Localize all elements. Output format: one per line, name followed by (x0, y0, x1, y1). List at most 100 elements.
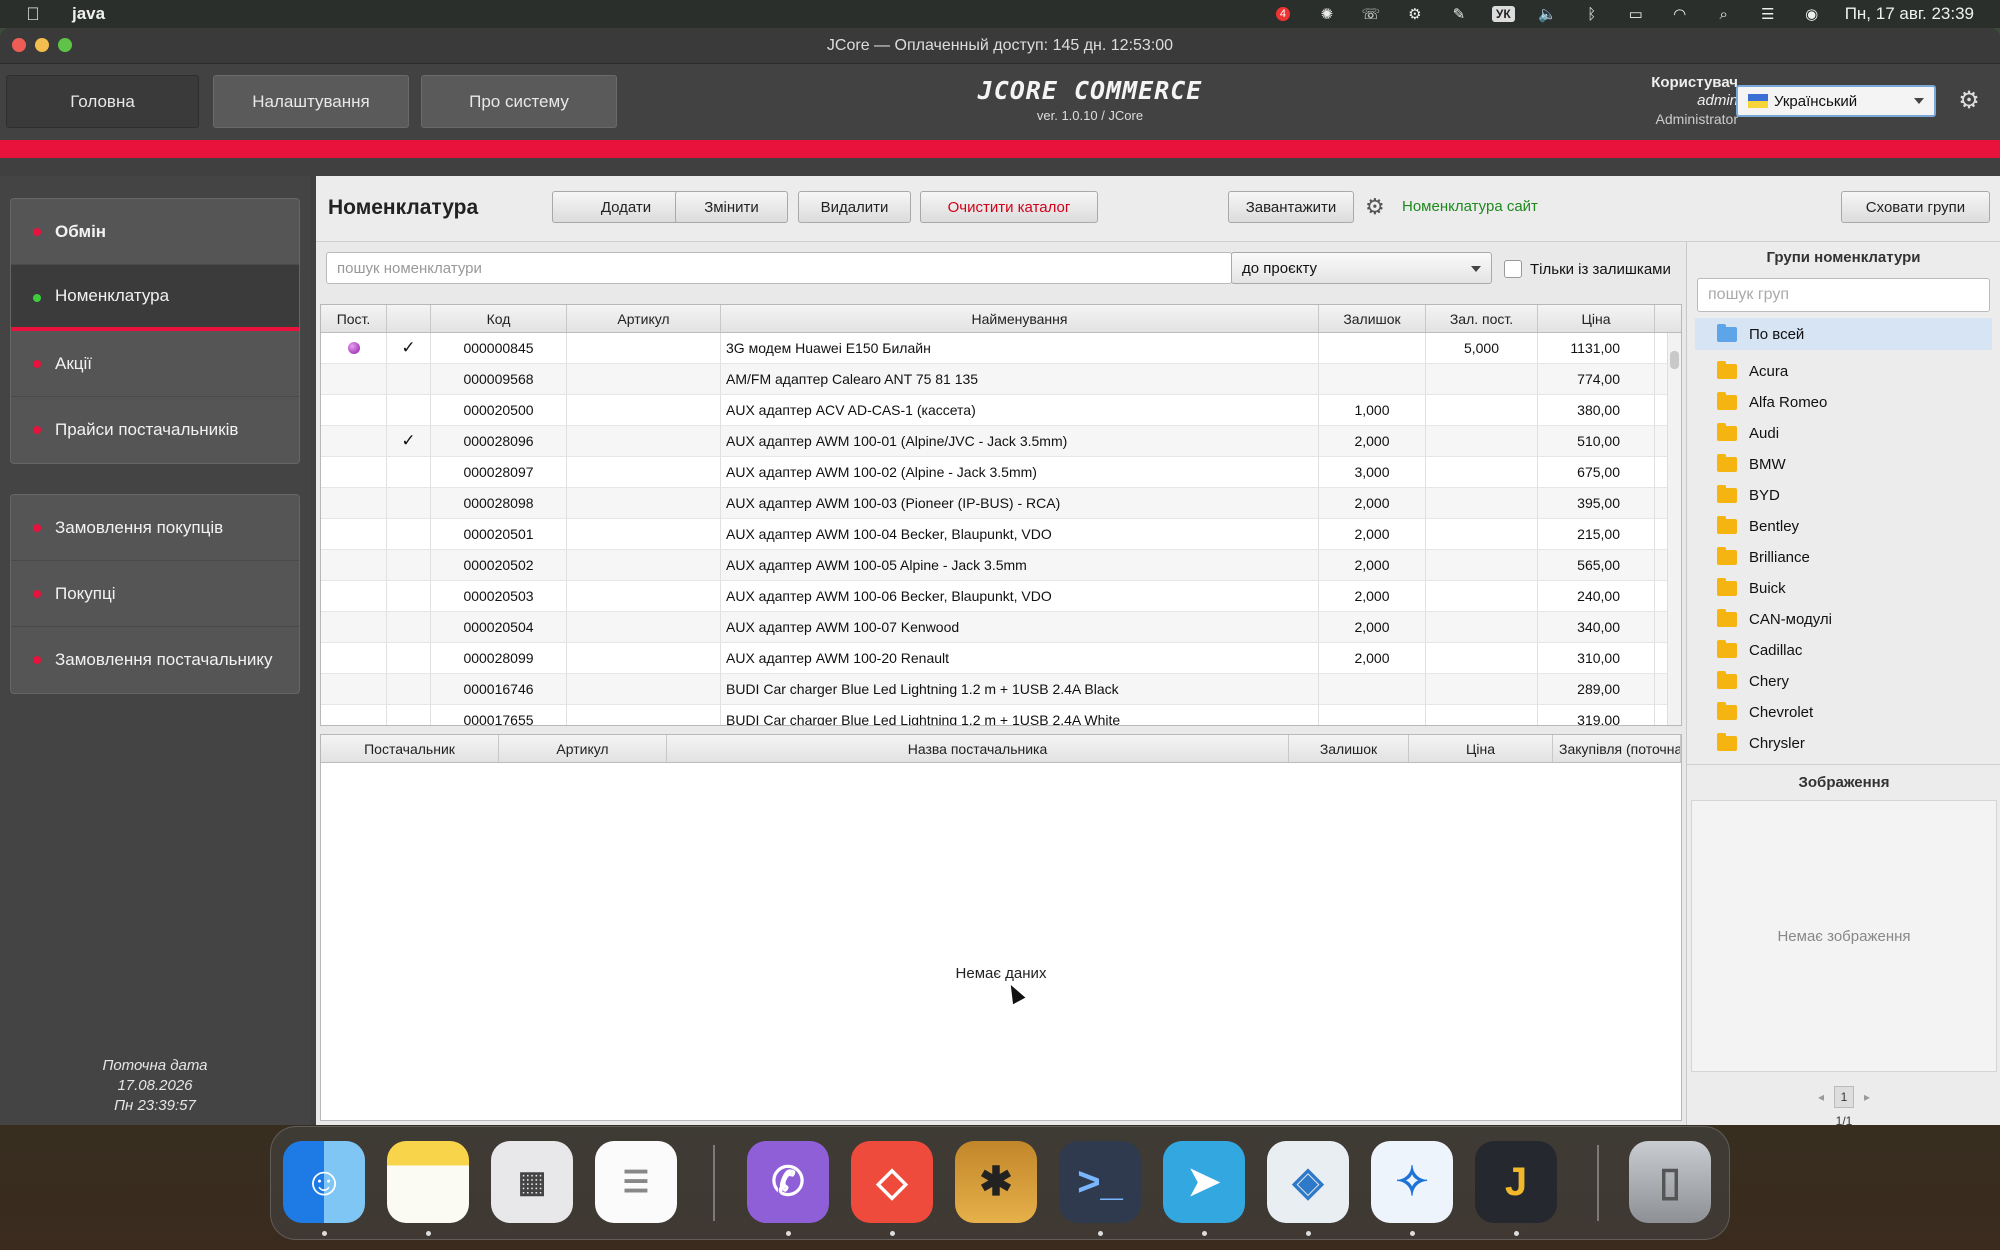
tree-item[interactable]: Brilliance (1687, 542, 2000, 573)
page-number-button[interactable]: 1 (1834, 1086, 1854, 1108)
next-page-icon[interactable]: ▸ (1858, 1086, 1876, 1108)
chatgpt-icon[interactable]: ✺ (1316, 5, 1338, 23)
column-header[interactable]: Постачальник (321, 735, 499, 762)
column-header[interactable]: Артикул (567, 305, 721, 332)
column-header[interactable]: Пост. (321, 305, 387, 332)
viber-icon[interactable]: ✆ (747, 1141, 829, 1223)
tree-item[interactable]: Chevrolet (1687, 697, 2000, 728)
finder-icon[interactable]: ☺ (283, 1141, 365, 1223)
table-row[interactable]: 000020502 AUX адаптер AWM 100-05 Alpine -… (321, 550, 1681, 581)
bluetooth-icon[interactable]: ᛒ (1581, 5, 1603, 23)
delete-button[interactable]: Видалити (798, 191, 911, 223)
tree-item[interactable]: Chrysler (1687, 728, 2000, 759)
table-row[interactable]: 000020500 AUX адаптер ACV AD-CAS-1 (кассе… (321, 395, 1681, 426)
volume-icon[interactable]: 🔈 (1537, 5, 1559, 23)
column-header[interactable]: Назва постачальника (667, 735, 1289, 762)
items-scrollbar[interactable] (1667, 333, 1681, 725)
viber-tray-icon[interactable]: ☏ (1360, 5, 1382, 23)
tree-item[interactable]: Alfa Romeo (1687, 387, 2000, 418)
column-header[interactable]: Закупівля (поточна) (1553, 735, 1681, 762)
apple-menu-icon[interactable]:  (24, 4, 42, 24)
tree-item-root[interactable]: По всей (1695, 318, 1992, 350)
sidebar-item-price-lists[interactable]: Прайси постачальників (11, 397, 299, 463)
table-row[interactable]: 000016746 BUDI Car charger Blue Led Light… (321, 674, 1681, 705)
groups-search-input[interactable]: пошук груп (1697, 278, 1990, 312)
hide-groups-button[interactable]: Сховати групи (1841, 191, 1990, 223)
tree-item[interactable]: Bentley (1687, 511, 2000, 542)
wifi-icon[interactable]: ◠ (1669, 5, 1691, 23)
tree-item[interactable]: CAN-модулі (1687, 604, 2000, 635)
netbeans-icon[interactable]: ◈ (1267, 1141, 1349, 1223)
clear-catalog-button[interactable]: Очистити каталог (920, 191, 1098, 223)
nav-about-button[interactable]: Про систему (421, 75, 617, 128)
scope-select[interactable]: до проєкту (1231, 252, 1492, 284)
table-row[interactable]: 000009568 AM/FM адаптер Calearo ANT 75 81… (321, 364, 1681, 395)
launchpad-icon[interactable]: ▦ (491, 1141, 573, 1223)
table-row[interactable]: 000017655 BUDI Car charger Blue Led Light… (321, 705, 1681, 725)
telegram-icon[interactable]: ➤ (1163, 1141, 1245, 1223)
search-input[interactable]: пошук номенклатури (326, 252, 1232, 284)
settings-tray-icon[interactable]: ⚙ (1404, 5, 1426, 23)
table-row[interactable]: ✓ 000028096 AUX адаптер AWM 100-01 (Alpine… (321, 426, 1681, 457)
column-header[interactable]: Зал. пост. (1426, 305, 1538, 332)
terminal-icon[interactable]: >_ (1059, 1141, 1141, 1223)
control-center-icon[interactable]: ☰ (1757, 5, 1779, 23)
site-nomenclature-link[interactable]: Номенклатура сайт (1402, 198, 1538, 215)
sidebar-item-customers[interactable]: Покупці (11, 561, 299, 627)
sidebar-item-promotions[interactable]: Акції (11, 331, 299, 397)
tree-item[interactable]: Buick (1687, 573, 2000, 604)
gear-icon[interactable]: ⚙ (1956, 88, 1982, 114)
safari-icon[interactable]: ✧ (1371, 1141, 1453, 1223)
load-button[interactable]: Завантажити (1228, 191, 1354, 223)
table-row[interactable]: 000020504 AUX адаптер AWM 100-07 Kenwood 2… (321, 612, 1681, 643)
tree-item[interactable]: Acura (1687, 356, 2000, 387)
column-header[interactable]: Ціна (1538, 305, 1655, 332)
window-minimize-button[interactable] (35, 38, 49, 52)
siri-icon[interactable]: ◉ (1801, 5, 1823, 23)
sidebar-item-nomenclature[interactable]: Номенклатура (11, 265, 299, 331)
script-tray-icon[interactable]: ✎ (1448, 5, 1470, 23)
input-source-badge[interactable]: УК (1491, 6, 1515, 22)
column-header[interactable]: Найменування (721, 305, 1319, 332)
column-header[interactable] (387, 305, 431, 332)
notes-icon[interactable] (387, 1141, 469, 1223)
sidebar-item-supplier-orders[interactable]: Замовлення постачальнику (11, 627, 299, 693)
column-header[interactable]: Залишок (1289, 735, 1409, 762)
table-row[interactable]: ✓ 000000845 3G модем Huawei E150 Билайн 5,0… (321, 333, 1681, 364)
tree-item[interactable]: BMW (1687, 449, 2000, 480)
app-menu-name[interactable]: java (72, 4, 105, 24)
jcore-icon[interactable]: J (1475, 1141, 1557, 1223)
notification-badge-icon[interactable]: 4 (1272, 5, 1294, 23)
nav-settings-button[interactable]: Налаштування (213, 75, 409, 128)
battery-icon[interactable]: ▭ (1625, 5, 1647, 23)
trash-icon[interactable]: ▯ (1629, 1141, 1711, 1223)
table-row[interactable]: 000020503 AUX адаптер AWM 100-06 Becker, … (321, 581, 1681, 612)
window-zoom-button[interactable] (58, 38, 72, 52)
tree-item[interactable]: Chery (1687, 666, 2000, 697)
sidebar-item-customer-orders[interactable]: Замовлення покупців (11, 495, 299, 561)
menubar-clock[interactable]: Пн, 17 авг. 23:39 (1845, 4, 1974, 24)
tree-item[interactable]: BYD (1687, 480, 2000, 511)
table-row[interactable]: 000020501 AUX адаптер AWM 100-04 Becker, … (321, 519, 1681, 550)
edit-button[interactable]: Змінити (675, 191, 788, 223)
prev-page-icon[interactable]: ◂ (1812, 1086, 1830, 1108)
tree-item[interactable]: Audi (1687, 418, 2000, 449)
gear-icon[interactable]: ⚙ (1365, 195, 1389, 219)
window-close-button[interactable] (12, 38, 26, 52)
sidebar-item-exchange[interactable]: Обмін (11, 199, 299, 265)
anydesk-icon[interactable]: ◇ (851, 1141, 933, 1223)
items-table[interactable]: Пост. Код Артикул Найменування Залишок Зал. п… (320, 304, 1682, 726)
column-header[interactable]: Ціна (1409, 735, 1553, 762)
table-row[interactable]: 000028097 AUX адаптер AWM 100-02 (Alpine … (321, 457, 1681, 488)
spotlight-search-icon[interactable]: ⌕ (1713, 5, 1735, 23)
column-header[interactable]: Залишок (1319, 305, 1426, 332)
column-header[interactable]: Код (431, 305, 567, 332)
nav-home-button[interactable]: Головна (6, 75, 199, 128)
column-header[interactable]: Артикул (499, 735, 667, 762)
scrollbar-thumb[interactable] (1670, 351, 1679, 369)
keychain-icon[interactable]: ✱ (955, 1141, 1037, 1223)
tree-item[interactable]: Cadillac (1687, 635, 2000, 666)
table-row[interactable]: 000028098 AUX адаптер AWM 100-03 (Pioneer… (321, 488, 1681, 519)
only-in-stock-checkbox[interactable]: Тільки із залишками (1504, 260, 1671, 278)
language-select[interactable]: Український (1736, 85, 1936, 117)
